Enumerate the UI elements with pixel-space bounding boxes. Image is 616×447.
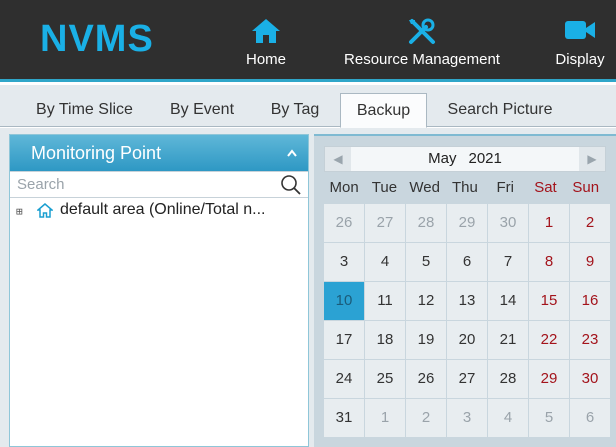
weekday-wed: Wed [409,179,440,196]
video-camera-icon [564,18,596,46]
calendar-day[interactable]: 9 [570,243,610,281]
calendar-day[interactable]: 5 [529,399,569,437]
nav-resource-label: Resource Management [344,51,500,68]
calendar-day[interactable]: 29 [447,204,487,242]
weekday-thu: Thu [452,179,478,196]
weekday-sat: Sat [534,179,557,196]
search-icon[interactable] [280,174,302,201]
calendar-day[interactable]: 31 [324,399,364,437]
calendar-day[interactable]: 29 [529,360,569,398]
calendar-day[interactable]: 21 [488,321,528,359]
nav-resource-management[interactable]: Resource Management [330,0,514,79]
calendar-day[interactable]: 30 [570,360,610,398]
nav-home-label: Home [245,51,286,68]
triangle-right-icon: ▶ [587,152,597,166]
calendar-day[interactable]: 22 [529,321,569,359]
calendar-day[interactable]: 14 [488,282,528,320]
weekday-tue: Tue [371,179,398,196]
calendar-day[interactable]: 17 [324,321,364,359]
calendar-day[interactable]: 1 [529,204,569,242]
nav-display[interactable]: Display [544,0,616,79]
calendar-day[interactable]: 27 [365,204,405,242]
calendar-day[interactable]: 4 [488,399,528,437]
calendar-day[interactable]: 4 [365,243,405,281]
tab-bar: By Time Slice By Event By Tag Backup Sea… [0,85,616,128]
calendar-panel: ◀ May 2021 ▶ Mon Tue Wed Thu Fri Sat Sun 26 27 28… [314,134,616,447]
weekday-row: Mon Tue Wed Thu Fri Sat Sun [324,172,606,204]
home-icon [35,202,55,222]
calendar-month: May [428,150,457,167]
monitoring-point-panel: Monitoring Point ⊞ default area (Online/… [9,134,309,447]
tab-by-time-slice[interactable]: By Time Slice [22,93,147,127]
calendar-day[interactable]: 8 [529,243,569,281]
calendar-day[interactable]: 18 [365,321,405,359]
weekday-mon: Mon [329,179,359,196]
calendar-day[interactable]: 28 [488,360,528,398]
calendar-day[interactable]: 11 [365,282,405,320]
tab-by-tag[interactable]: By Tag [258,93,332,127]
tools-icon [407,18,437,50]
calendar-year: 2021 [468,150,502,167]
calendar-day[interactable]: 5 [406,243,446,281]
search-box [10,171,308,198]
calendar-day[interactable]: 3 [324,243,364,281]
calendar-day[interactable]: 3 [447,399,487,437]
calendar-grid: 26 27 28 29 30 1 2 3 4 5 6 7 8 9 10 11 12 13 14 15 16 17 18 19 2… [324,204,610,437]
search-input[interactable] [10,172,308,197]
calendar: ◀ May 2021 ▶ Mon Tue Wed Thu Fri Sat Sun 26 27 28… [324,146,610,437]
calendar-day[interactable]: 15 [529,282,569,320]
calendar-day[interactable]: 28 [406,204,446,242]
nav-display-label: Display [555,51,605,68]
monitoring-point-header[interactable]: Monitoring Point [10,135,308,171]
calendar-day[interactable]: 6 [447,243,487,281]
tab-by-event[interactable]: By Event [158,93,246,127]
calendar-day[interactable]: 10 [324,282,364,320]
expand-icon[interactable]: ⊞ [16,200,23,222]
calendar-header: ◀ May 2021 ▶ [324,146,606,172]
weekday-fri: Fri [496,179,514,196]
calendar-day[interactable]: 23 [570,321,610,359]
calendar-day[interactable]: 13 [447,282,487,320]
weekday-sun: Sun [572,179,600,196]
calendar-day[interactable]: 2 [406,399,446,437]
calendar-day[interactable]: 25 [365,360,405,398]
home-icon [251,18,281,48]
nav-home[interactable]: Home [236,0,296,79]
tab-search-picture[interactable]: Search Picture [436,93,564,127]
calendar-day[interactable]: 27 [447,360,487,398]
top-header: NVMS Home Resource Management Display [0,0,616,82]
calendar-day[interactable]: 12 [406,282,446,320]
calendar-day[interactable]: 7 [488,243,528,281]
calendar-day[interactable]: 1 [365,399,405,437]
calendar-day[interactable]: 20 [447,321,487,359]
calendar-title: May 2021 [325,147,605,171]
calendar-day[interactable]: 19 [406,321,446,359]
tree-node-label: default area (Online/Total n... [60,201,266,218]
app-logo: NVMS [40,18,154,60]
calendar-day[interactable]: 6 [570,399,610,437]
panel-title: Monitoring Point [31,143,162,163]
calendar-day[interactable]: 26 [406,360,446,398]
calendar-day[interactable]: 16 [570,282,610,320]
calendar-day[interactable]: 30 [488,204,528,242]
calendar-day[interactable]: 26 [324,204,364,242]
calendar-day[interactable]: 2 [570,204,610,242]
calendar-day[interactable]: 24 [324,360,364,398]
content-area: Monitoring Point ⊞ default area (Online/… [0,128,616,447]
next-month-button[interactable]: ▶ [579,147,605,171]
tab-backup[interactable]: Backup [340,93,427,128]
tree-node-default-area[interactable]: ⊞ default area (Online/Total n... [10,198,308,222]
